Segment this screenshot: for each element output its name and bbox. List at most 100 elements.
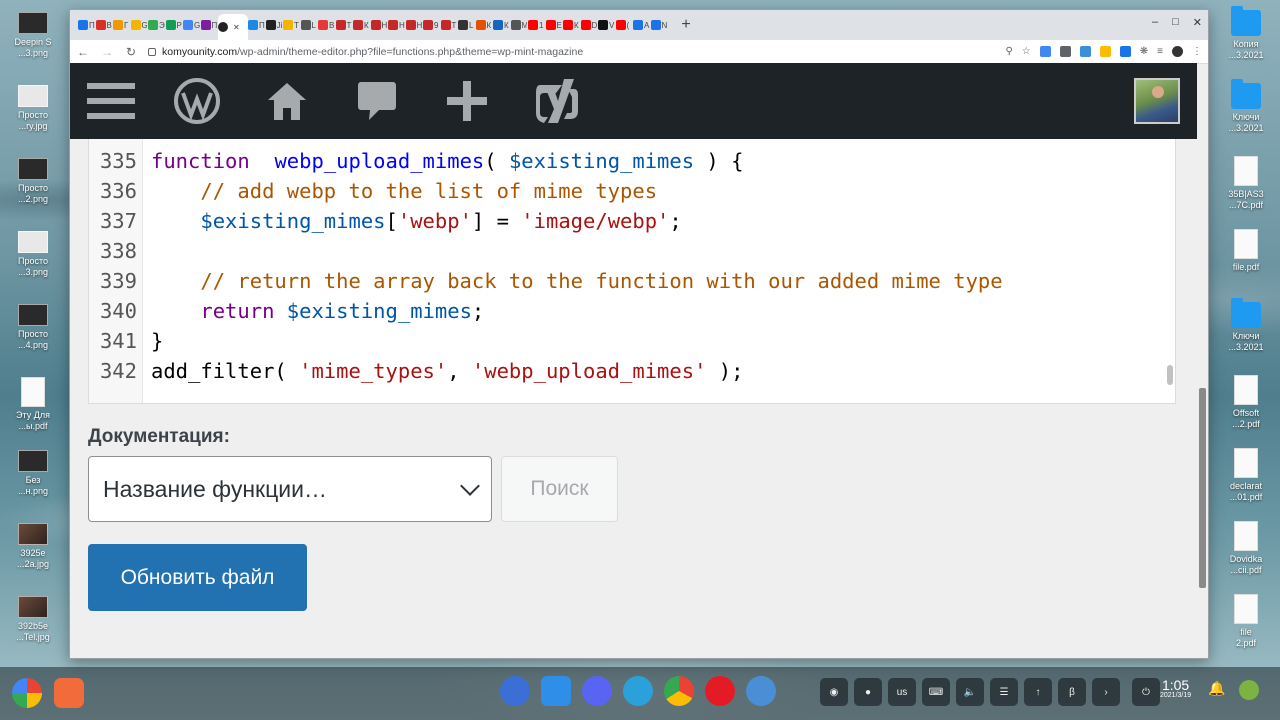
menu-dots-icon[interactable]: ⋮ xyxy=(1192,46,1202,57)
browser-tab[interactable]: К xyxy=(563,14,581,36)
desktop-file-icon[interactable]: Ключи ...3.2021 xyxy=(1215,79,1277,134)
browser-tab[interactable]: N xyxy=(650,14,669,36)
bluetooth-icon[interactable]: β xyxy=(1058,678,1086,706)
puzzle-icon[interactable]: ❋ xyxy=(1140,46,1148,57)
desktop-file-icon[interactable]: Просто ...4.png xyxy=(2,304,64,351)
maximize-button[interactable]: □ xyxy=(1172,16,1179,29)
code-editor[interactable]: 335 function webp_upload_mimes( $existing… xyxy=(88,139,1176,404)
desktop-file-icon[interactable]: Копия ...3.2021 xyxy=(1215,6,1277,61)
browser-tab[interactable]: 9 xyxy=(423,14,441,36)
browser-tab[interactable]: П xyxy=(78,14,96,36)
keyboard-icon[interactable]: ⌨ xyxy=(922,678,950,706)
back-icon[interactable]: ← xyxy=(76,45,90,59)
code-line[interactable]: 342 add_filter( 'mime_types', 'webp_uploa… xyxy=(89,356,743,386)
browser-tab[interactable]: П xyxy=(200,14,219,36)
browser-tab[interactable]: М xyxy=(510,14,529,36)
code-line[interactable]: 341} xyxy=(89,326,163,356)
desktop-file-icon[interactable]: 35B|AS3 ...7C.pdf xyxy=(1215,156,1277,211)
browser-tab[interactable]: D xyxy=(580,14,599,36)
user-avatar[interactable] xyxy=(1134,78,1180,124)
expand-tray-icon[interactable]: › xyxy=(1092,678,1120,706)
wordpress-icon[interactable] xyxy=(152,63,242,139)
multitasking-icon[interactable] xyxy=(54,678,84,708)
update-file-button[interactable]: Обновить файл xyxy=(88,544,307,611)
reload-icon[interactable]: ↻ xyxy=(124,45,138,59)
notifications-icon[interactable]: 🔔 xyxy=(1208,680,1225,700)
comments-icon[interactable] xyxy=(332,63,422,139)
minimize-button[interactable]: – xyxy=(1152,16,1158,29)
usb-icon[interactable]: ↑ xyxy=(1024,678,1052,706)
clock[interactable]: 1:05 2021/3/19 xyxy=(1160,678,1191,699)
page-scrollbar[interactable] xyxy=(1199,388,1206,588)
browser-tab[interactable]: L xyxy=(458,14,476,36)
browser-tab[interactable]: Н xyxy=(370,14,389,36)
address-bar[interactable]: komyounity.com/wp-admin/theme-editor.php… xyxy=(148,42,995,62)
screenshot-icon[interactable] xyxy=(1119,46,1131,57)
discord-tray-icon[interactable]: ◉ xyxy=(820,678,848,706)
desktop-file-icon[interactable]: file 2.pdf xyxy=(1215,594,1277,649)
code-line[interactable]: 335 function webp_upload_mimes( $existing… xyxy=(89,146,744,176)
bookmark-star-icon[interactable]: ☆ xyxy=(1022,46,1031,57)
browser-tab[interactable]: Е xyxy=(545,14,564,36)
browser-tab[interactable]: Т xyxy=(335,14,354,36)
code-line[interactable]: 336 // add webp to the list of mime type… xyxy=(89,176,657,206)
wifi-icon[interactable]: ☰ xyxy=(990,678,1018,706)
desktop-file-icon[interactable]: Без ...н.png xyxy=(2,450,64,497)
desktop-file-icon[interactable]: file.pdf xyxy=(1215,229,1277,273)
browser-tab[interactable]: В xyxy=(95,14,114,36)
shield-icon[interactable] xyxy=(1059,46,1071,57)
code-line[interactable]: 338 xyxy=(89,236,151,266)
desktop-file-icon[interactable]: Dovidka ...cii.pdf xyxy=(1215,521,1277,576)
browser-tab[interactable]: 1 xyxy=(528,14,546,36)
volume-icon[interactable]: 🔈 xyxy=(956,678,984,706)
desktop-file-icon[interactable]: Deepin S ...3.png xyxy=(2,12,64,59)
power-icon[interactable]: ⏻ xyxy=(1132,678,1160,706)
browser-tab[interactable]: Р xyxy=(165,14,184,36)
desktop-show-icon[interactable] xyxy=(1239,680,1260,700)
lock-icon[interactable] xyxy=(148,47,156,56)
browser-tab[interactable]: Т xyxy=(283,14,301,36)
profile-avatar[interactable] xyxy=(1172,46,1183,57)
desktop-file-icon[interactable]: 3925e ...2a.jpg xyxy=(2,523,64,570)
browser-tab[interactable]: В xyxy=(318,14,336,36)
browser-tab[interactable]: Н xyxy=(388,14,406,36)
telegram-app-icon[interactable] xyxy=(623,676,653,706)
close-window-button[interactable]: ✕ xyxy=(1193,16,1202,29)
translate-icon[interactable] xyxy=(1039,46,1051,57)
docs-search-button[interactable]: Поиск xyxy=(501,456,618,522)
code-line[interactable]: 339 // return the array back to the func… xyxy=(89,266,1003,296)
launcher-icon[interactable] xyxy=(12,678,42,708)
new-tab-button[interactable]: + xyxy=(678,16,694,34)
browser-tab[interactable]: L xyxy=(300,14,319,36)
app-store-icon[interactable] xyxy=(541,676,571,706)
close-tab-icon[interactable]: ✕ xyxy=(233,23,240,32)
browser-tab[interactable]: Т xyxy=(440,14,459,36)
browser-tab[interactable]: К xyxy=(353,14,371,36)
browser-tab[interactable]: Н xyxy=(405,14,424,36)
desktop-file-icon[interactable]: Просто ...3.png xyxy=(2,231,64,278)
browser-tab[interactable]: V xyxy=(598,14,616,36)
extension-icon[interactable] xyxy=(1099,46,1111,57)
recorder-tray-icon[interactable]: ● xyxy=(854,678,882,706)
yoast-icon[interactable] xyxy=(512,63,602,139)
desktop-file-icon[interactable]: Эту Для ...ы.pdf xyxy=(2,377,64,432)
browser-tab[interactable]: К xyxy=(475,14,494,36)
browser-tab[interactable]: К xyxy=(493,14,511,36)
browser-tab[interactable]: A xyxy=(633,14,651,36)
discord-app-icon[interactable] xyxy=(582,676,612,706)
desktop-file-icon[interactable]: Просто ...ry.jpg xyxy=(2,85,64,132)
browser-tab[interactable]: G xyxy=(183,14,201,36)
browser-tab[interactable]: Ji xyxy=(265,14,284,36)
new-content-icon[interactable] xyxy=(422,63,512,139)
desktop-file-icon[interactable]: Ключи ...3.2021 xyxy=(1215,298,1277,353)
desktop-file-icon[interactable]: 392b5e ...Tel.jpg xyxy=(2,596,64,643)
desktop-file-icon[interactable]: declarat ...01.pdf xyxy=(1215,448,1277,503)
code-line[interactable]: 340 return $existing_mimes; xyxy=(89,296,484,326)
forward-icon[interactable]: → xyxy=(100,45,114,59)
chrome-app-icon[interactable] xyxy=(664,676,694,706)
opera-app-icon[interactable] xyxy=(705,676,735,706)
editor-scrollbar[interactable] xyxy=(1167,365,1173,385)
browser-tab[interactable]: П xyxy=(248,14,266,36)
desktop-file-icon[interactable]: Просто ...2.png xyxy=(2,158,64,205)
menu-icon[interactable] xyxy=(70,63,152,139)
